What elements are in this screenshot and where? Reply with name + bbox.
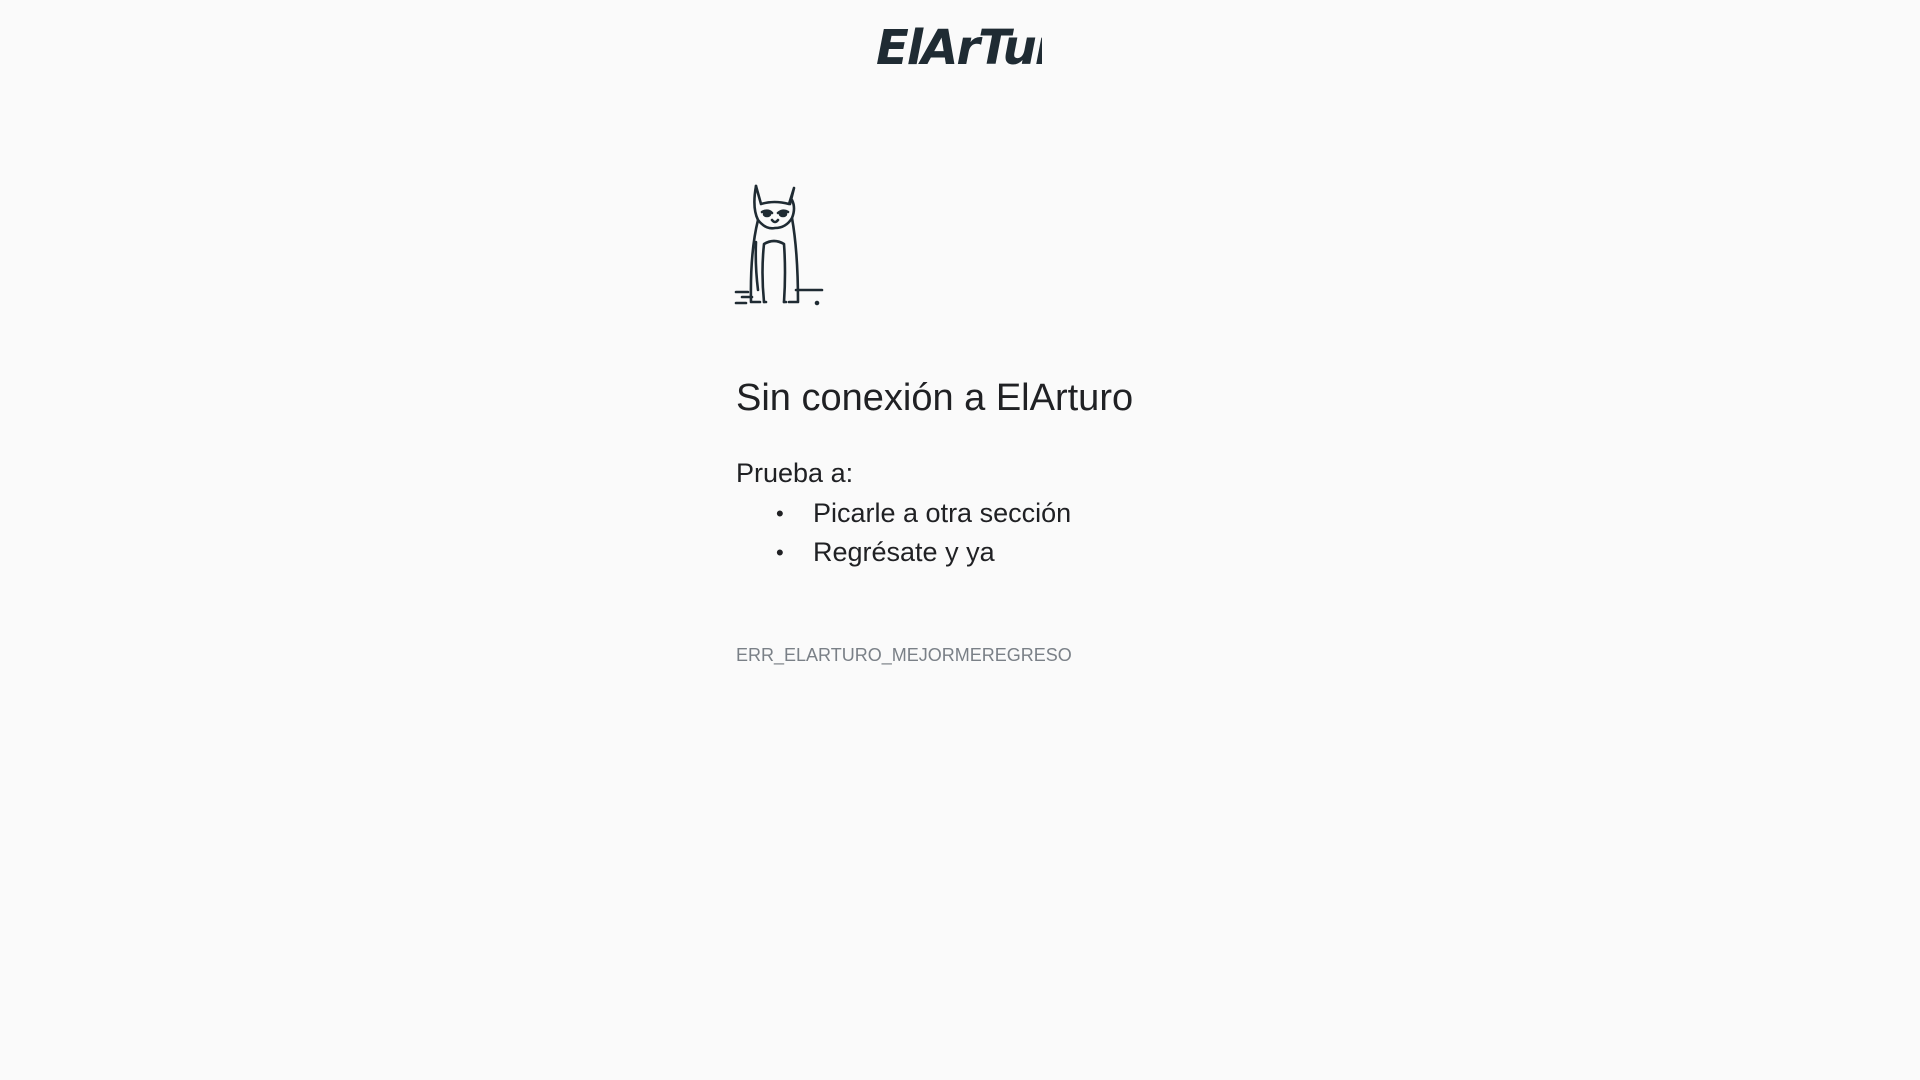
page-title: Sin conexión a ElArturo xyxy=(736,377,1134,419)
error-code: ERR_ELARTURO_MEJORMEREGRESO xyxy=(736,645,1072,665)
error-content: Sin conexión a ElArturo Prueba a: • Pica… xyxy=(734,182,1436,666)
suggestion-text: Picarle a otra sección xyxy=(813,498,1072,528)
suggestions-heading: Prueba a: xyxy=(736,458,854,488)
cat-standing-icon xyxy=(734,184,824,306)
bullet: • xyxy=(776,540,784,565)
list-item: • Regrésate y ya xyxy=(736,533,1436,572)
logo-text: ElArTuro xyxy=(876,20,1042,72)
offline-page: ElArTuro xyxy=(0,0,1920,1080)
list-item: • Picarle a otra sección xyxy=(736,494,1436,533)
elarturo-logo: ElArTuro xyxy=(876,20,1042,72)
suggestion-text: Regrésate y ya xyxy=(813,537,995,567)
bullet: • xyxy=(776,501,784,526)
suggestions-list: • Picarle a otra sección • Regrésate y y… xyxy=(736,494,1436,572)
